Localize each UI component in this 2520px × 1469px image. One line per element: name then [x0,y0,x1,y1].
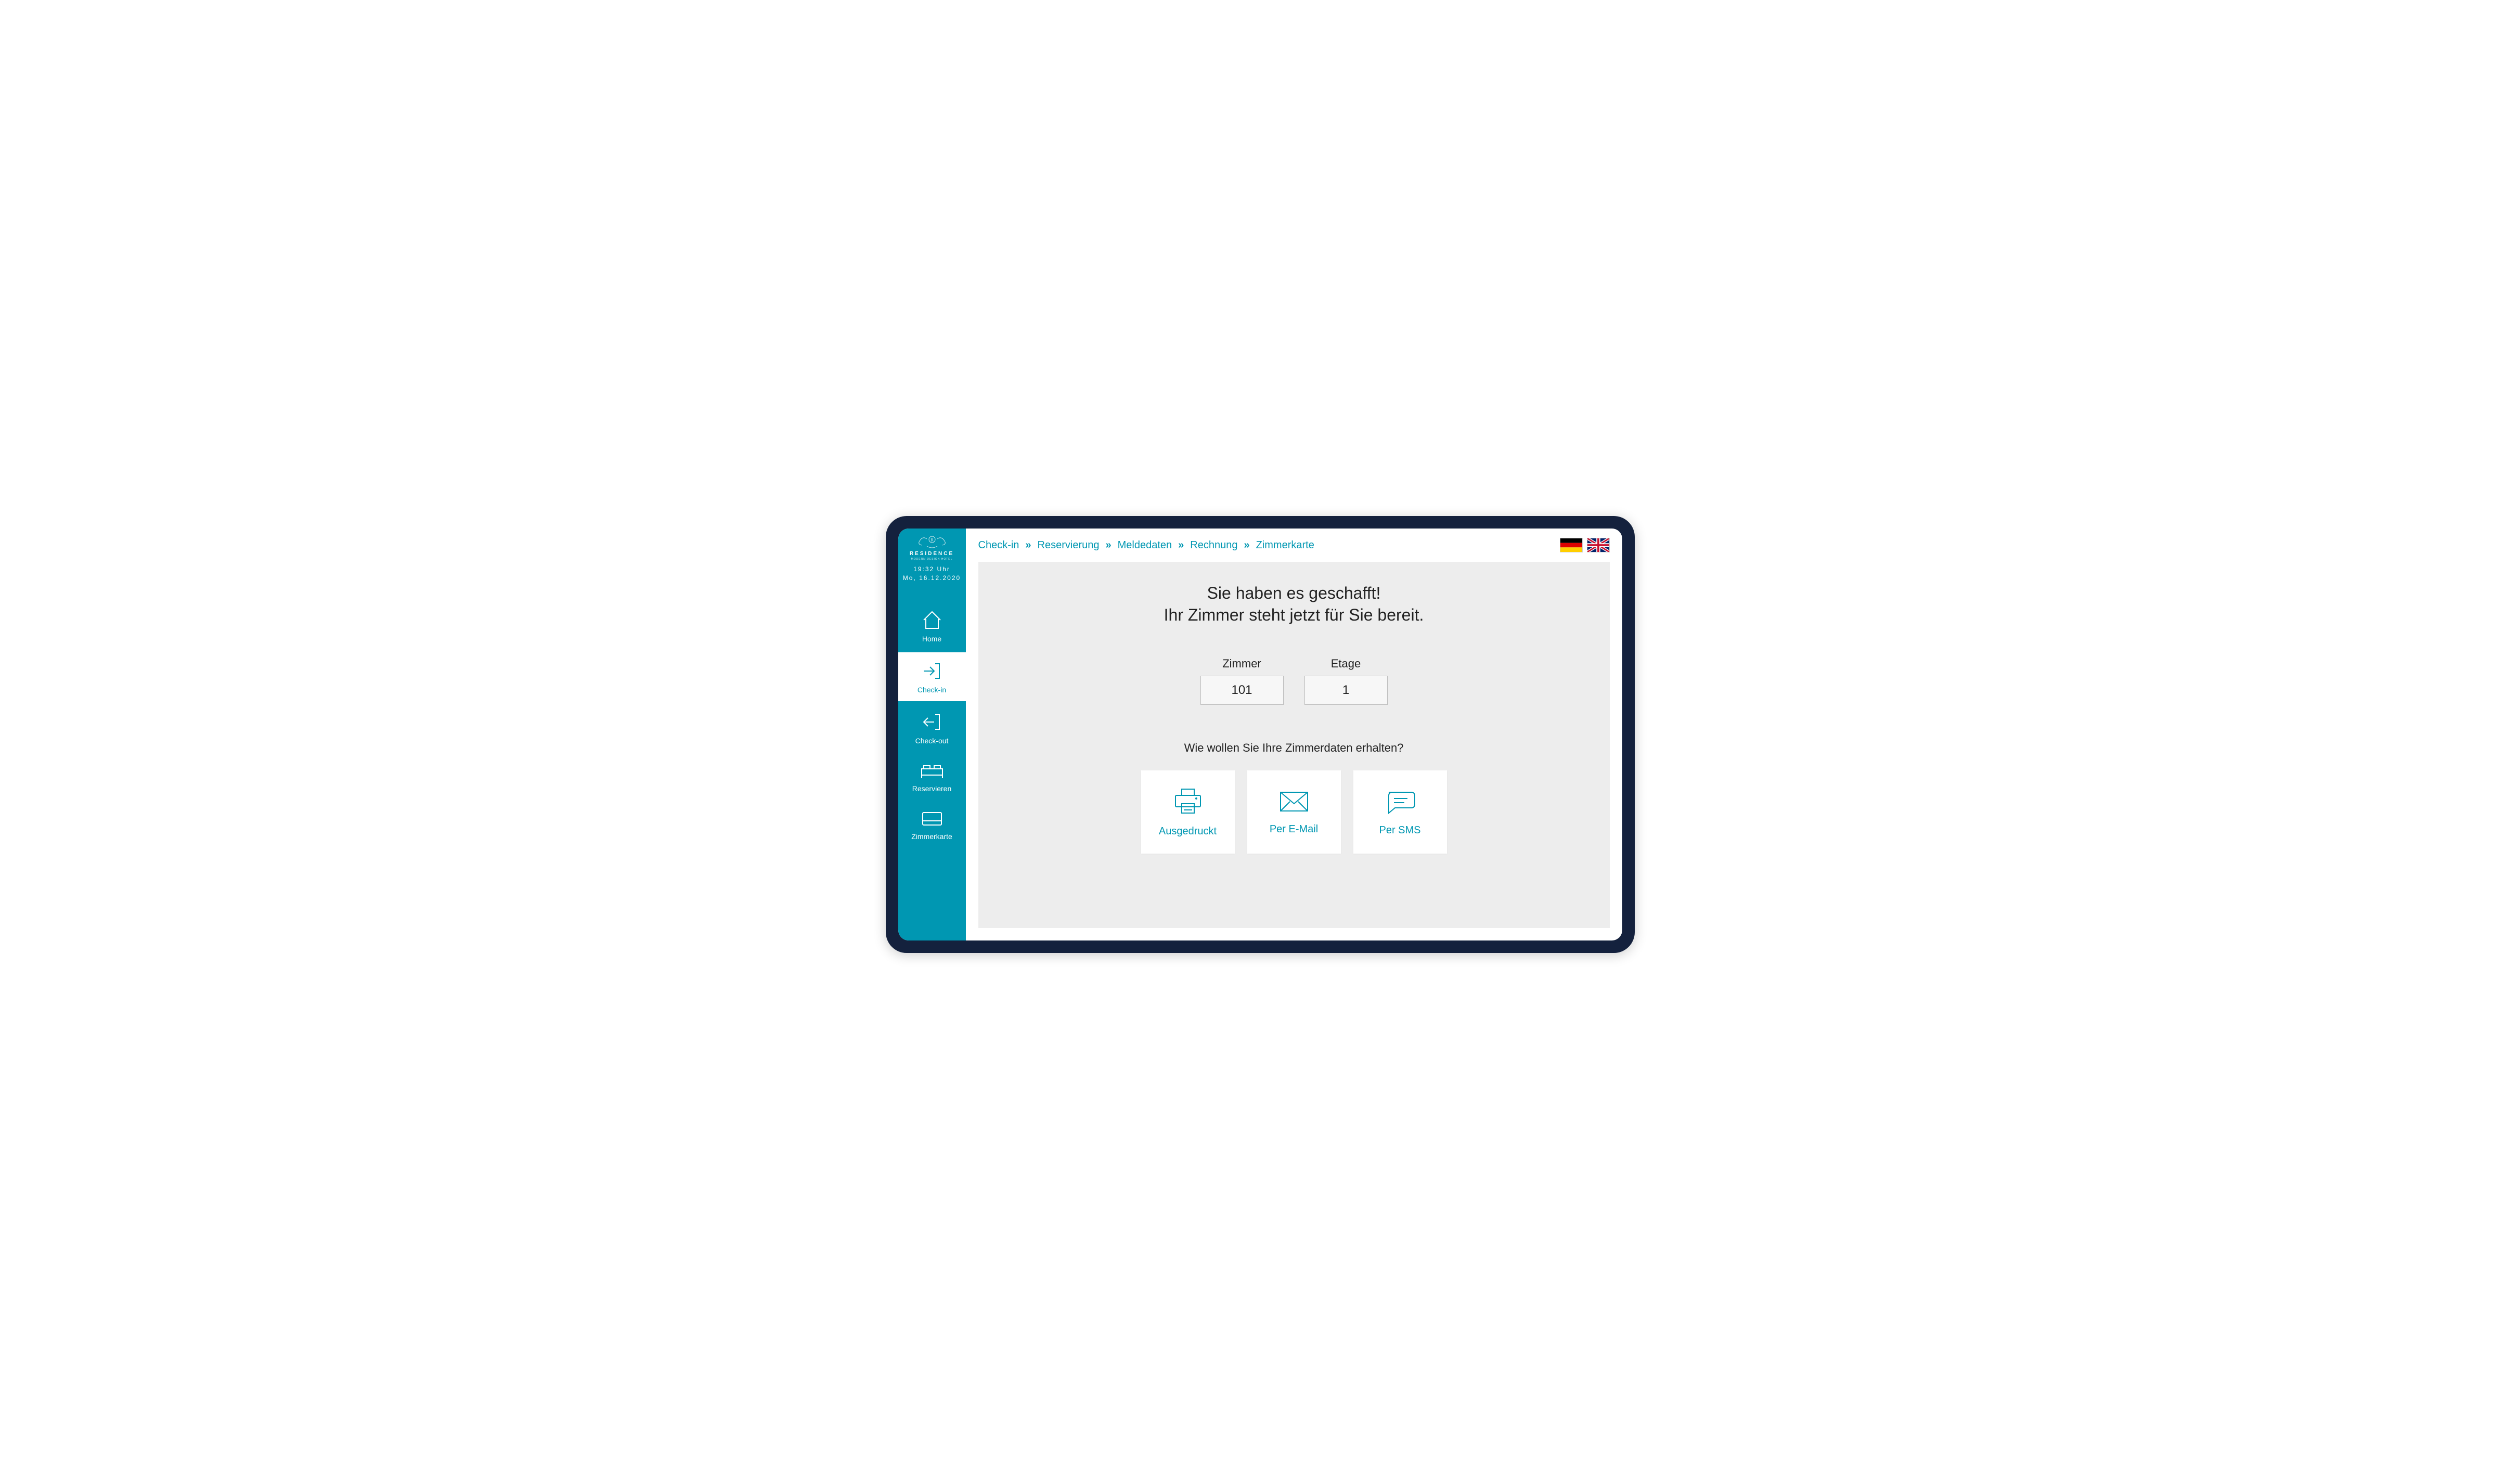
chevron-right-icon: » [1244,539,1249,551]
printer-icon [1171,787,1205,816]
screen: R RESIDENCE MODERN DESIGN HOTEL 19:32 Uh… [898,529,1622,940]
headline: Sie haben es geschafft! Ihr Zimmer steht… [999,583,1589,626]
delivery-question: Wie wollen Sie Ihre Zimmerdaten erhalten… [999,741,1589,755]
flag-uk-icon[interactable] [1587,538,1610,552]
headline-line2: Ihr Zimmer steht jetzt für Sie bereit. [999,604,1589,626]
topbar: Check-in » Reservierung » Meldedaten » R… [966,529,1622,562]
sidebar-item-label: Reservieren [912,784,951,793]
breadcrumb-item[interactable]: Zimmerkarte [1256,539,1314,551]
room-value: 101 [1200,676,1284,705]
brand-logo: R RESIDENCE MODERN DESIGN HOTEL 19:32 Uh… [898,529,966,590]
sidebar: R RESIDENCE MODERN DESIGN HOTEL 19:32 Uh… [898,529,966,940]
sidebar-item-checkout[interactable]: Check-out [898,703,966,752]
keycard-icon [920,810,945,828]
sidebar-item-reserve[interactable]: Reservieren [898,754,966,800]
mail-icon [1277,789,1311,814]
option-print[interactable]: Ausgedruckt [1141,770,1235,854]
option-label: Ausgedruckt [1159,826,1217,837]
content-panel: Sie haben es geschafft! Ihr Zimmer steht… [978,562,1610,928]
floor-column: Etage 1 [1304,657,1388,705]
chat-icon [1384,788,1417,815]
option-email[interactable]: Per E-Mail [1247,770,1341,854]
breadcrumb-item[interactable]: Reservierung [1038,539,1100,551]
room-info-row: Zimmer 101 Etage 1 [999,657,1589,705]
sidebar-item-label: Check-in [917,686,946,694]
language-switcher [1560,538,1610,552]
sidebar-item-keycard[interactable]: Zimmerkarte [898,802,966,848]
chevron-right-icon: » [1178,539,1184,551]
brand-name: RESIDENCE [901,551,963,557]
chevron-right-icon: » [1025,539,1031,551]
sidebar-item-checkin[interactable]: Check-in [898,652,966,701]
clock-time: 19:32 Uhr [901,565,963,574]
login-icon [921,661,944,681]
sidebar-item-label: Home [922,635,941,643]
logout-icon [921,712,944,732]
svg-text:R: R [931,538,934,543]
room-label: Zimmer [1222,657,1261,671]
brand-subtitle: MODERN DESIGN HOTEL [901,558,963,561]
breadcrumb: Check-in » Reservierung » Meldedaten » R… [978,539,1314,551]
main-area: Check-in » Reservierung » Meldedaten » R… [966,529,1622,940]
floor-label: Etage [1331,657,1361,671]
breadcrumb-item[interactable]: Meldedaten [1118,539,1172,551]
clock: 19:32 Uhr Mo, 16.12.2020 [901,565,963,583]
option-sms[interactable]: Per SMS [1353,770,1447,854]
device-frame: R RESIDENCE MODERN DESIGN HOTEL 19:32 Uh… [886,516,1635,953]
sidebar-item-label: Check-out [915,737,949,745]
breadcrumb-item[interactable]: Check-in [978,539,1019,551]
room-column: Zimmer 101 [1200,657,1284,705]
headline-line1: Sie haben es geschafft! [999,583,1589,604]
sidebar-items: Home Check-in Check-out [898,601,966,848]
flag-de-icon[interactable] [1560,538,1583,552]
option-label: Per SMS [1379,824,1420,836]
option-label: Per E-Mail [1270,823,1318,835]
delivery-options: Ausgedruckt Per E-Mail [999,770,1589,854]
sidebar-item-label: Zimmerkarte [911,832,952,841]
chevron-right-icon: » [1106,539,1112,551]
floor-value: 1 [1304,676,1388,705]
bed-icon [920,763,945,780]
sidebar-item-home[interactable]: Home [898,601,966,650]
clock-date: Mo, 16.12.2020 [901,574,963,583]
brand-crest-icon: R [901,534,963,550]
home-icon [921,610,944,630]
breadcrumb-item[interactable]: Rechnung [1190,539,1237,551]
